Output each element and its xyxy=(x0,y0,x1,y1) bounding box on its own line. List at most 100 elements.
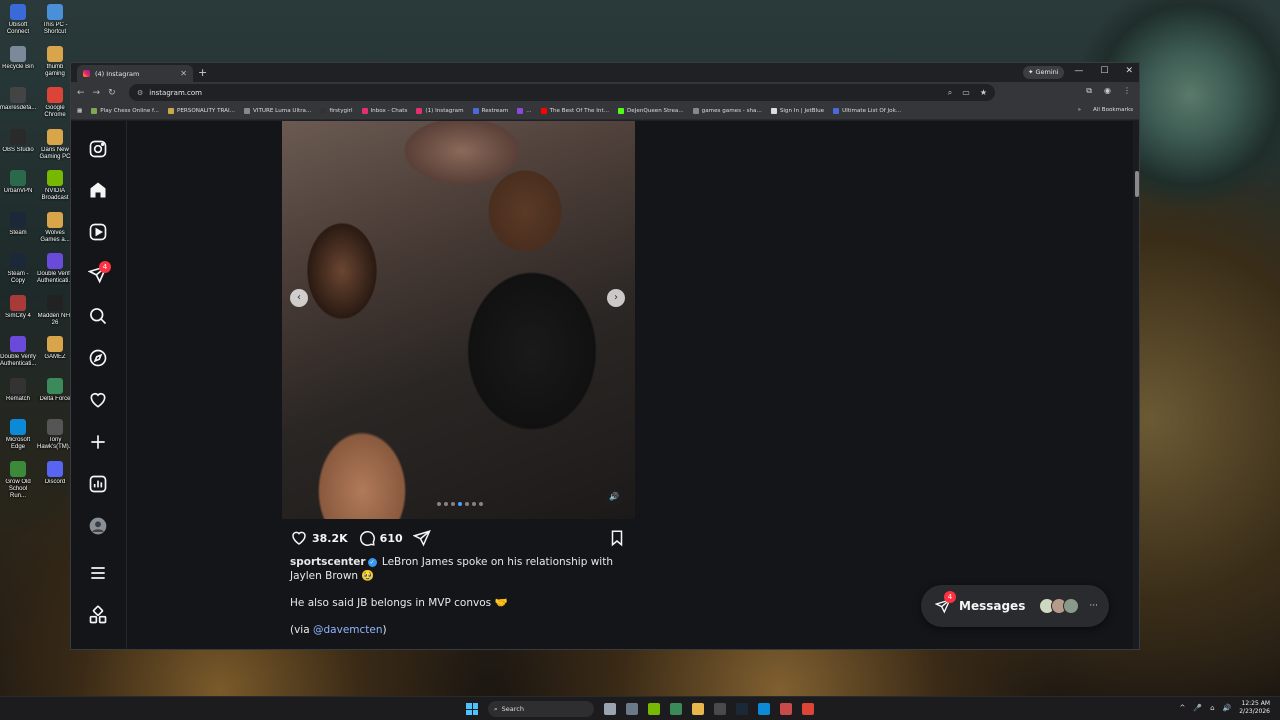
nvidia-icon[interactable] xyxy=(648,703,660,715)
desktop-icon[interactable]: Steam - Copy xyxy=(0,253,36,285)
task-view-icon[interactable] xyxy=(604,703,616,715)
url-text[interactable]: instagram.com xyxy=(149,89,202,97)
create-plus-icon[interactable] xyxy=(88,432,108,452)
mic-icon[interactable]: 🎤 xyxy=(1193,704,1202,712)
app-icon[interactable] xyxy=(780,703,792,715)
bookmark-item[interactable]: firstygirl xyxy=(320,108,353,114)
desktop-icon[interactable]: Dans New Gaming PC xyxy=(37,128,73,161)
desktop-icon[interactable]: Tony Hawk's(TM)... xyxy=(37,419,73,451)
like-action[interactable]: 38.2K xyxy=(290,529,348,547)
dashboard-icon[interactable] xyxy=(88,474,108,494)
clock[interactable]: 12:25 AM 2/23/2026 xyxy=(1239,700,1270,716)
bookmark-item[interactable]: Restream xyxy=(472,108,508,114)
maximize-button[interactable]: ☐ xyxy=(1100,66,1108,76)
start-windows-icon[interactable] xyxy=(466,703,478,715)
post-media[interactable]: ‹ › 🔊 xyxy=(282,121,635,519)
desktop-icon[interactable]: Double Verify Authenticati... xyxy=(0,336,36,368)
chrome-icon[interactable] xyxy=(802,703,814,715)
volume-icon[interactable]: 🔊 xyxy=(1223,704,1232,712)
settings-icon[interactable] xyxy=(626,703,638,715)
desktop-icon[interactable]: Google Chrome xyxy=(37,87,73,119)
post-username[interactable]: sportscenter xyxy=(290,556,366,568)
desktop-icon[interactable]: Delta Force xyxy=(37,377,73,403)
menu-icon[interactable]: ⋮ xyxy=(1123,86,1131,96)
desktop-icon[interactable]: UrbanVPN xyxy=(0,170,36,195)
instagram-logo-icon[interactable] xyxy=(88,139,108,159)
desktop-icon[interactable]: Ubisoft Connect xyxy=(0,4,36,36)
notifications-heart-icon[interactable] xyxy=(88,390,108,410)
bookmark-item[interactable]: Sign In | JetBlue xyxy=(770,108,824,114)
desktop-icon[interactable]: Grow Old School Run... xyxy=(0,460,36,500)
explore-compass-icon[interactable] xyxy=(88,348,108,368)
bookmark-item[interactable]: The Best Of The Int... xyxy=(540,108,609,114)
desktop-icon[interactable]: SimCity 4 xyxy=(0,294,36,320)
tab-close-icon[interactable]: ✕ xyxy=(180,69,187,78)
desktop-icon[interactable]: NVIDIA Broadcast xyxy=(37,170,73,202)
edge-icon[interactable] xyxy=(758,703,770,715)
close-window-button[interactable]: ✕ xyxy=(1125,66,1133,76)
desktop-icon[interactable]: maxresdefa... xyxy=(0,87,36,112)
page-scrollbar[interactable] xyxy=(1133,121,1139,649)
apps-icon[interactable]: ▦ xyxy=(77,108,82,114)
reels-icon[interactable] xyxy=(88,222,108,242)
reload-icon[interactable]: ↻ xyxy=(108,88,116,98)
bookmarks-overflow-icon[interactable]: » xyxy=(1078,107,1081,113)
desktop-icon[interactable]: Recycle Bin xyxy=(0,45,36,71)
bookmark-star-icon[interactable]: ★ xyxy=(980,88,987,98)
tab-instagram[interactable]: (4) Instagram ✕ xyxy=(77,65,193,82)
steam-icon[interactable] xyxy=(736,703,748,715)
forward-arrow-icon[interactable]: → xyxy=(93,88,101,98)
desktop-icon[interactable]: OBS Studio xyxy=(0,128,36,154)
media-next-arrow-icon[interactable]: › xyxy=(607,289,625,307)
share-action[interactable] xyxy=(412,529,431,547)
bookmark-item[interactable]: PERSONALITY TRAI... xyxy=(167,108,235,114)
bookmark-item[interactable]: Inbox - Chats xyxy=(361,108,407,114)
desktop-icon[interactable]: This PC - Shortcut xyxy=(37,4,73,36)
extensions-icon[interactable]: ⧉ xyxy=(1086,86,1092,96)
bookmark-item[interactable]: DeJenQueen Strea... xyxy=(618,108,684,114)
comment-action[interactable]: 610 xyxy=(358,529,403,547)
home-icon[interactable] xyxy=(88,180,108,200)
bookmark-item[interactable]: ... xyxy=(517,108,532,114)
save-bookmark-icon[interactable] xyxy=(608,529,626,547)
desktop-icon[interactable]: GAMEZ xyxy=(37,336,73,361)
bookmark-item[interactable]: Play Chess Online f... xyxy=(91,108,159,114)
address-bar[interactable]: ⚙ instagram.com ⌕ ▭ ★ xyxy=(129,84,995,101)
caption-mention-link[interactable]: @davemcten xyxy=(313,624,383,636)
profile-avatar-icon[interactable] xyxy=(88,516,108,536)
minimize-button[interactable]: — xyxy=(1074,66,1083,76)
more-menu-icon[interactable] xyxy=(88,563,108,583)
profile-icon[interactable]: ◉ xyxy=(1104,86,1111,96)
zoom-icon[interactable]: ⌕ xyxy=(948,88,952,98)
desktop-icon[interactable]: Microsoft Edge xyxy=(0,419,36,451)
bookmark-item[interactable]: Ultimate List Of Jok... xyxy=(833,108,901,114)
app-icon[interactable] xyxy=(670,703,682,715)
scrollbar-thumb[interactable] xyxy=(1135,171,1139,197)
all-bookmarks-button[interactable]: All Bookmarks xyxy=(1093,107,1133,113)
desktop-icon[interactable]: thumb gaming xyxy=(37,45,73,78)
mute-speaker-icon[interactable]: 🔊 xyxy=(605,488,623,506)
messages-floating-button[interactable]: 4 Messages ··· xyxy=(921,585,1109,627)
back-arrow-icon[interactable]: ← xyxy=(77,88,85,98)
also-from-meta-icon[interactable] xyxy=(88,605,108,625)
network-icon[interactable]: ⌂ xyxy=(1210,704,1214,712)
desktop-icon[interactable]: Steam xyxy=(0,211,36,237)
desktop-icon[interactable]: Double Verify Authenticati... xyxy=(37,253,73,285)
desktop-icon[interactable]: Rematch xyxy=(0,377,36,403)
bookmark-item[interactable]: (1) Instagram xyxy=(416,108,464,114)
desktop-icon[interactable]: Discord xyxy=(37,460,73,486)
cast-icon[interactable]: ▭ xyxy=(962,88,970,98)
desktop-icon[interactable]: Wolves Games a... xyxy=(37,211,73,244)
tray-chevron-icon[interactable]: ^ xyxy=(1179,704,1185,712)
desktop-icon[interactable]: Madden NFL 26 xyxy=(37,294,73,327)
search-icon[interactable] xyxy=(88,306,108,326)
app-icon[interactable] xyxy=(714,703,726,715)
new-tab-button[interactable]: + xyxy=(198,66,207,79)
taskbar-search[interactable]: ⌕ Search xyxy=(488,701,594,717)
media-prev-arrow-icon[interactable]: ‹ xyxy=(290,289,308,307)
file-explorer-icon[interactable] xyxy=(692,703,704,715)
site-info-icon[interactable]: ⚙ xyxy=(137,89,143,97)
bookmark-item[interactable]: games games - sha... xyxy=(692,108,762,114)
gemini-button[interactable]: ✦ Gemini xyxy=(1023,66,1064,79)
bookmark-item[interactable]: VITURE Luma Ultra... xyxy=(244,108,311,114)
